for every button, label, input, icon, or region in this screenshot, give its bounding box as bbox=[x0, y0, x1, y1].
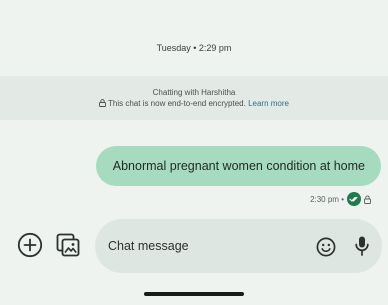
lock-icon bbox=[364, 195, 371, 204]
message-time: 2:30 pm • bbox=[310, 194, 344, 204]
learn-more-link[interactable]: Learn more bbox=[248, 99, 289, 108]
message-meta: 2:30 pm • bbox=[310, 192, 371, 206]
add-icon[interactable] bbox=[17, 232, 43, 263]
chat-message-placeholder: Chat message bbox=[108, 239, 189, 253]
encryption-banner: Chatting with Harshitha This chat is now… bbox=[0, 76, 388, 120]
chatting-with-label: Chatting with Harshitha bbox=[152, 88, 236, 97]
chat-message-field[interactable]: Chat message bbox=[95, 219, 382, 273]
gallery-icon[interactable] bbox=[55, 232, 81, 263]
encryption-notice: This chat is now end-to-end encrypted. L… bbox=[0, 98, 388, 110]
encryption-notice-text: This chat is now end-to-end encrypted. bbox=[107, 99, 246, 108]
lock-icon bbox=[99, 99, 106, 110]
double-check-icon bbox=[347, 192, 361, 206]
gesture-nav-bar[interactable] bbox=[144, 292, 244, 296]
emoji-icon[interactable] bbox=[316, 237, 336, 262]
sent-message-bubble[interactable]: Abnormal pregnant women condition at hom… bbox=[95, 146, 381, 186]
date-time-header: Tuesday • 2:29 pm bbox=[156, 43, 232, 53]
mic-icon[interactable] bbox=[354, 235, 370, 262]
